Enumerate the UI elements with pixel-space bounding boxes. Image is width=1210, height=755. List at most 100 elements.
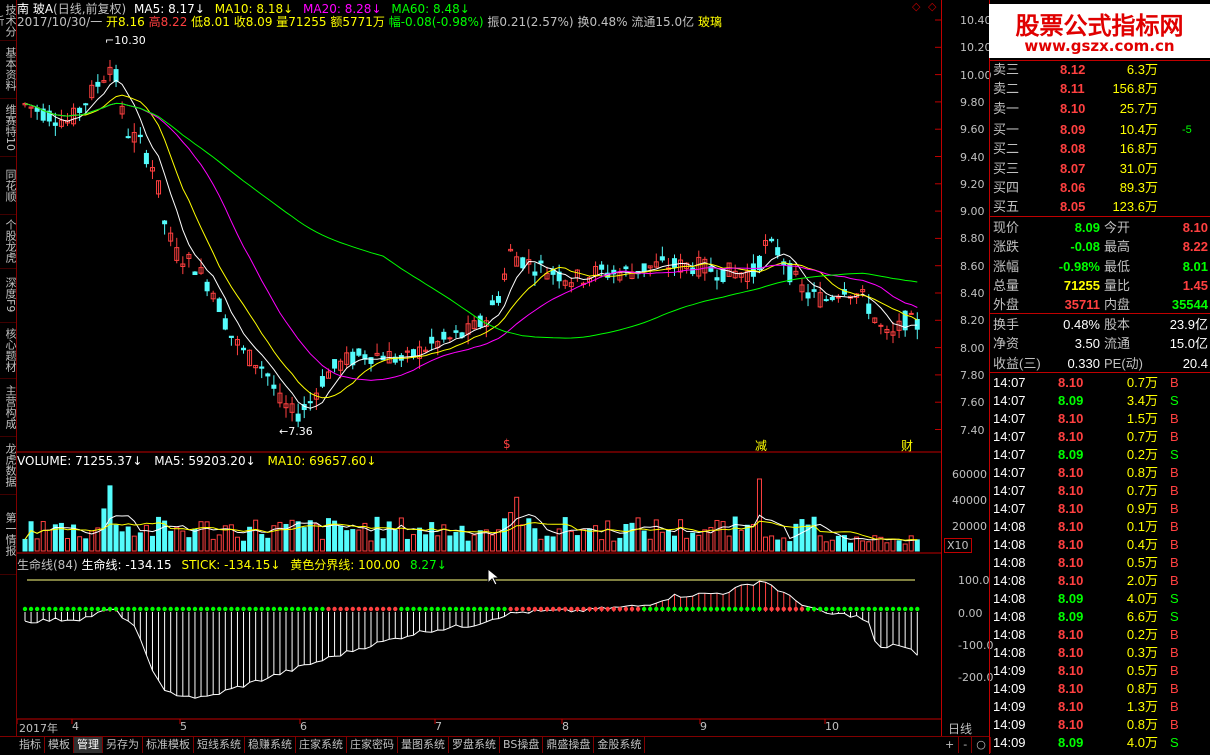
bottom-tab[interactable]: 短线系统 [194,737,245,753]
left-tab-0[interactable]: 技术分析 [0,0,17,41]
order-book-row[interactable]: 卖三 8.12 6.3万 [990,61,1210,79]
signal-dot [465,606,471,612]
bottom-tab[interactable]: 庄家密码 [347,737,398,753]
left-tab-1[interactable]: 基本资料 [0,40,17,99]
tick-volume: 0.7万 [1126,375,1158,390]
left-tab-5[interactable]: 深度F9 [0,268,17,323]
bottom-tab[interactable]: 管理 [74,737,103,753]
volume-bar [234,536,240,552]
zoom-out-button[interactable]: - [959,737,973,753]
event-marker-reduce[interactable]: 减 [755,437,767,454]
signal-dot [909,606,914,612]
signal-dot [684,606,689,612]
kline-chart-svg[interactable] [17,0,941,736]
left-tab-8[interactable]: 龙虎数据 [0,436,17,495]
bottom-tab[interactable]: 庄家系统 [296,737,347,753]
candlestick-body [125,136,131,139]
bottom-tab[interactable]: 稳赚系统 [245,737,296,753]
stats-label: 收益(三) [993,355,1041,371]
indicator-name[interactable]: 生命线(84) [17,558,78,572]
left-tab-9[interactable]: 第一情报 [0,494,17,575]
left-tab-6[interactable]: 核心题材 [0,322,17,379]
volume-bar [453,532,459,552]
tick-volume: 0.8万 [1126,465,1158,480]
left-tab-3[interactable]: 同花顺 [0,156,17,215]
signal-dot [308,606,313,612]
tick-row: 14:09 8.10 0.5万 B [990,662,1210,680]
volume-bar [690,532,696,552]
bottom-tab[interactable]: 标准模板 [143,737,194,753]
signal-dot [411,606,416,612]
tick-price: 8.10 [1058,519,1084,534]
order-price: 8.10 [1060,100,1086,116]
left-tab-4[interactable]: 个股龙虎 [0,214,17,269]
signal-dot [47,606,52,612]
volume-bar [750,524,756,552]
tick-volume: 1.3万 [1126,699,1158,714]
tick-volume: 0.2万 [1126,447,1158,462]
volume-bar [799,519,805,552]
axis-top-diamond-icon[interactable]: ◇ [912,0,920,13]
order-book-row[interactable]: 买五 8.05 123.6万 [990,198,1210,216]
left-tab-2[interactable]: 维赛特10 [0,98,17,157]
event-marker-finance[interactable]: 财 [901,437,913,454]
signal-dot [259,606,264,612]
bottom-tab[interactable]: 另存为 [103,737,143,753]
price-tick-label: 10.40 [960,14,992,27]
volume-bar [793,523,799,552]
signal-dot [581,606,586,612]
bottom-tab[interactable]: BS操盘 [500,737,544,753]
tick-row: 14:08 8.10 0.5万 B [990,554,1210,572]
bottom-tab[interactable]: 指标 [16,737,45,753]
bottom-tab[interactable]: 金股系统 [594,737,646,753]
moving-average-line [24,79,918,409]
signal-dot [180,606,186,612]
candlestick-body [216,298,222,313]
date-tick-label: 6 [300,720,307,733]
signal-dot [356,606,362,612]
signal-dot [544,606,550,612]
signal-dot [423,606,428,612]
signal-dot [447,606,453,612]
order-book-row[interactable]: 买二 8.08 16.8万 [990,140,1210,158]
signal-dot [198,606,204,612]
signal-dot [817,606,823,612]
signal-dot [53,606,58,612]
zoom-in-button[interactable]: + [941,737,960,753]
stats-row: 收益(三) 0.330 PE(动) 20.4 [990,355,1210,373]
signal-dot [714,606,720,612]
signal-dot [271,606,277,612]
signal-dot [95,606,101,612]
order-book-row[interactable]: 买三 8.07 31.0万 [990,160,1210,178]
tick-row: 14:08 8.09 4.0万 S [990,590,1210,608]
bottom-tab[interactable]: 量图系统 [398,737,449,753]
signal-dot [563,606,568,612]
tick-time: 14:07 [993,447,1026,462]
volume-bar [301,527,307,552]
volume-bar [568,530,574,552]
order-book-row[interactable]: 买一 8.09 10.4万 -5 [990,121,1210,139]
order-book-row[interactable]: 卖二 8.11 156.8万 [990,80,1210,98]
order-book-row[interactable]: 买四 8.06 89.3万 [990,179,1210,197]
bottom-tab[interactable]: 罗盘系统 [449,737,500,753]
event-marker-dollar[interactable]: $ [503,437,511,451]
price-tick-label: 9.20 [960,177,985,191]
quote-row: 涨跌 -0.08 最高 8.22 [990,238,1210,256]
volume-bar [653,519,659,552]
tick-time: 14:07 [993,483,1026,498]
bottom-tab[interactable]: 鼎盛操盘 [543,737,595,753]
axis-top-close-icon[interactable]: ◇ [928,0,936,13]
volume-bar [143,524,149,552]
candlestick-body [222,318,228,330]
signal-dot [253,606,258,612]
order-book-row[interactable]: 卖一 8.10 25.7万 [990,100,1210,118]
volume-bar [423,534,429,552]
bottom-tab[interactable]: 模板 [45,737,74,753]
volume-bar [908,535,914,552]
left-tab-7[interactable]: 主营构成 [0,378,17,437]
chart-area[interactable]: 南 玻A(日线,前复权) MA5: 8.17↓ MA10: 8.18↓ MA20… [17,0,941,736]
volume-arrow-icon: ↓ [132,454,143,468]
period-label[interactable]: 日线 [948,720,972,737]
volume-bar [502,518,508,552]
stats-value: 23.9亿 [1169,317,1208,332]
